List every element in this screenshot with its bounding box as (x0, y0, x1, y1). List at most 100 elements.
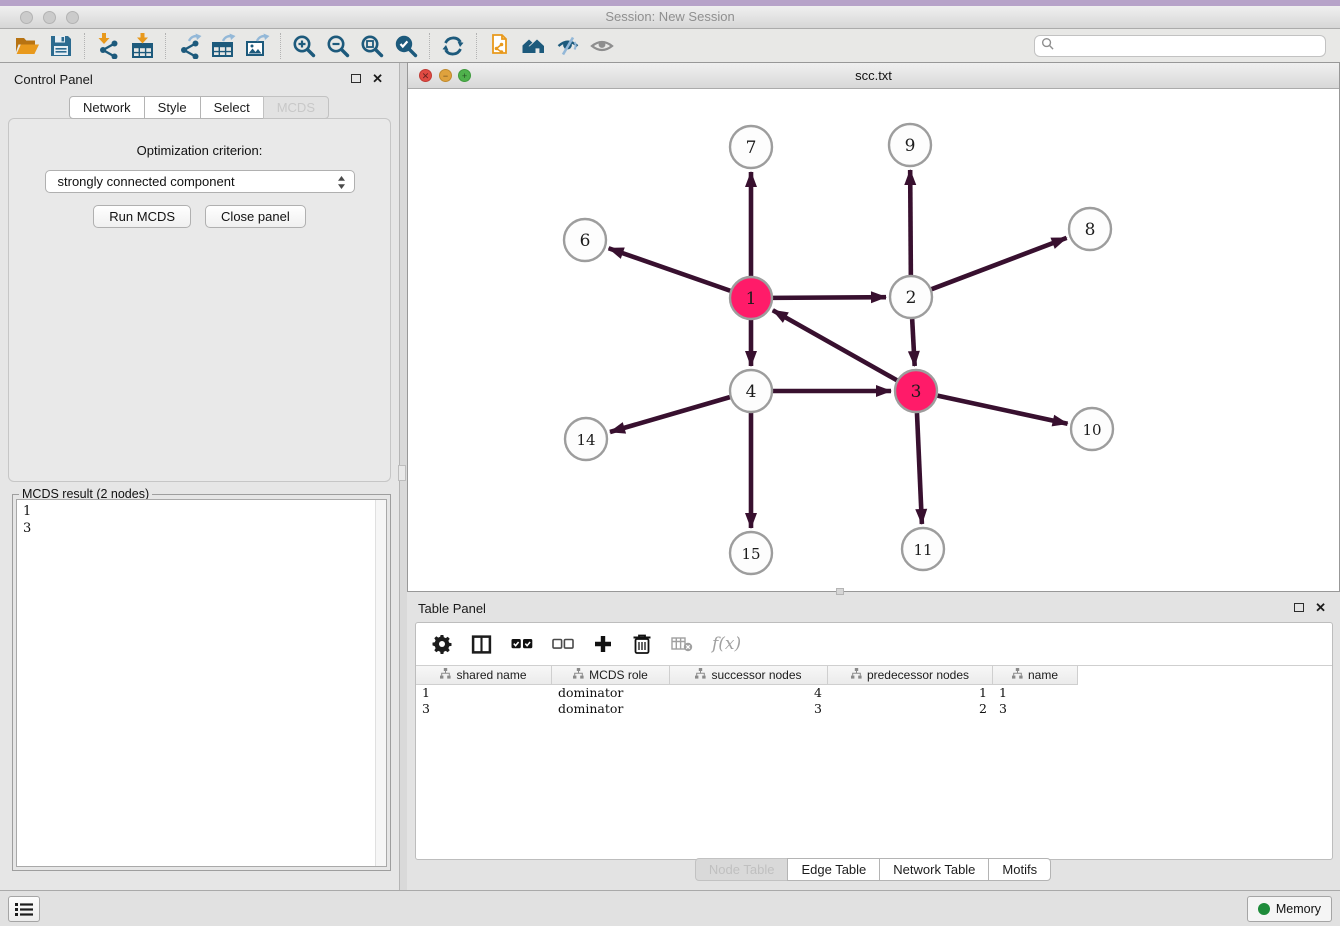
dropdown-stepper-icon (337, 175, 346, 196)
open-session-icon[interactable] (10, 32, 44, 60)
tab-motifs[interactable]: Motifs (988, 858, 1051, 881)
column-header-predecessor-nodes[interactable]: predecessor nodes (828, 666, 993, 685)
column-header-name[interactable]: name (993, 666, 1078, 685)
table-body: 1dominator4113dominator323 (416, 685, 1332, 717)
table-panel-header: Table Panel ✕ (407, 592, 1340, 624)
zoom-in-icon[interactable] (287, 32, 321, 60)
network-canvas[interactable]: 7968124314101511 (408, 89, 1339, 591)
node-table-container: f(x) shared nameMCDS rolesuccessor nodes… (415, 622, 1333, 860)
network-overview-icon[interactable] (483, 32, 517, 60)
search-icon (1041, 37, 1058, 55)
edge-3-11[interactable] (917, 413, 922, 524)
table-cell: 3 (670, 701, 828, 717)
delete-row-icon[interactable] (632, 631, 652, 657)
tree-icon (1012, 668, 1023, 682)
table-close-icon[interactable]: ✕ (1315, 600, 1326, 616)
table-cell: dominator (552, 685, 670, 701)
node-label-15: 15 (741, 545, 760, 563)
edge-1-2[interactable] (773, 297, 886, 298)
zoom-out-icon[interactable] (321, 32, 355, 60)
function-builder-icon: f(x) (712, 631, 741, 657)
edge-2-3[interactable] (912, 319, 915, 366)
result-scrollbar[interactable] (375, 500, 386, 866)
app-window: Session: New Session Control Panel ✕ Net… (0, 0, 1340, 926)
control-panel-title: Control Panel (14, 72, 93, 87)
panel-splitter-handle[interactable] (398, 465, 406, 481)
edge-2-8[interactable] (932, 238, 1067, 289)
tab-select[interactable]: Select (200, 96, 264, 119)
table-cell: 2 (828, 701, 993, 717)
window-titlebar: Session: New Session (0, 6, 1340, 29)
table-float-icon[interactable] (1294, 603, 1304, 612)
search-box[interactable] (1034, 35, 1326, 57)
tab-node-table[interactable]: Node Table (695, 858, 789, 881)
toolbar-separator (165, 33, 166, 59)
import-network-icon[interactable] (91, 32, 125, 60)
run-mcds-button[interactable]: Run MCDS (93, 205, 191, 228)
node-label-11: 11 (913, 541, 932, 559)
tab-network[interactable]: Network (69, 96, 145, 119)
node-label-7: 7 (746, 138, 757, 158)
columns-icon[interactable] (471, 631, 492, 657)
table-panel: Table Panel ✕ f(x) shared nameMCDS roles… (407, 592, 1340, 890)
tab-style[interactable]: Style (144, 96, 201, 119)
table-cell: 1 (416, 685, 552, 701)
mcds-panel: Optimization criterion: strongly connect… (8, 118, 391, 482)
table-row[interactable]: 3dominator323 (416, 701, 1332, 717)
export-image-icon[interactable] (240, 32, 274, 60)
column-header-shared-name[interactable]: shared name (416, 666, 552, 685)
edge-2-9[interactable] (910, 170, 911, 275)
export-table-icon[interactable] (206, 32, 240, 60)
edge-3-1[interactable] (773, 310, 897, 380)
tree-icon (440, 668, 451, 682)
refresh-layout-icon[interactable] (436, 32, 470, 60)
close-panel-icon[interactable]: ✕ (372, 71, 383, 87)
table-cell: 3 (416, 701, 552, 717)
column-header-MCDS-role[interactable]: MCDS role (552, 666, 670, 685)
mcds-result-text[interactable]: 1 3 (16, 499, 387, 867)
zoom-fit-icon[interactable] (355, 32, 389, 60)
float-panel-icon[interactable] (351, 74, 361, 83)
import-table-icon[interactable] (125, 32, 159, 60)
hide-details-icon[interactable] (551, 32, 585, 60)
eye-icon[interactable] (585, 32, 619, 60)
table-tabs: Node TableEdge TableNetwork TableMotifs (407, 858, 1340, 881)
network-window-titlebar: scc.txt (408, 63, 1339, 89)
table-row[interactable]: 1dominator411 (416, 685, 1332, 701)
tab-network-table[interactable]: Network Table (879, 858, 989, 881)
export-network-icon[interactable] (172, 32, 206, 60)
column-header-successor-nodes[interactable]: successor nodes (670, 666, 828, 685)
show-panels-button[interactable] (8, 896, 40, 922)
tab-edge-table[interactable]: Edge Table (787, 858, 880, 881)
table-header-row: shared nameMCDS rolesuccessor nodesprede… (416, 665, 1332, 685)
edge-3-10[interactable] (938, 396, 1068, 424)
control-panel-header: Control Panel ✕ (0, 63, 399, 95)
close-panel-button[interactable]: Close panel (205, 205, 306, 228)
tab-mcds[interactable]: MCDS (263, 96, 329, 119)
control-panel-tabs: NetworkStyleSelectMCDS (0, 96, 399, 119)
memory-status-icon (1258, 903, 1270, 915)
optimization-dropdown[interactable]: strongly connected component (45, 170, 355, 193)
window-title: Session: New Session (0, 9, 1340, 24)
memory-button[interactable]: Memory (1247, 896, 1332, 922)
select-all-icon[interactable] (511, 631, 533, 657)
edge-4-14[interactable] (610, 397, 730, 432)
add-row-icon[interactable] (593, 631, 613, 657)
list-icon (15, 902, 33, 916)
table-splitter-handle[interactable] (836, 588, 844, 595)
memory-label: Memory (1276, 902, 1321, 916)
zoom-selected-icon[interactable] (389, 32, 423, 60)
delete-table-icon (671, 631, 693, 657)
table-toolbar: f(x) (416, 623, 1332, 665)
deselect-all-icon[interactable] (552, 631, 574, 657)
search-input[interactable] (1058, 39, 1319, 53)
table-cell: 4 (670, 685, 828, 701)
node-label-8: 8 (1085, 220, 1096, 240)
table-cell: dominator (552, 701, 670, 717)
save-session-icon[interactable] (44, 32, 78, 60)
tree-icon (851, 668, 862, 682)
edge-1-6[interactable] (609, 248, 731, 290)
toolbar-separator (280, 33, 281, 59)
home-icon[interactable] (517, 32, 551, 60)
table-settings-icon[interactable] (432, 631, 452, 657)
